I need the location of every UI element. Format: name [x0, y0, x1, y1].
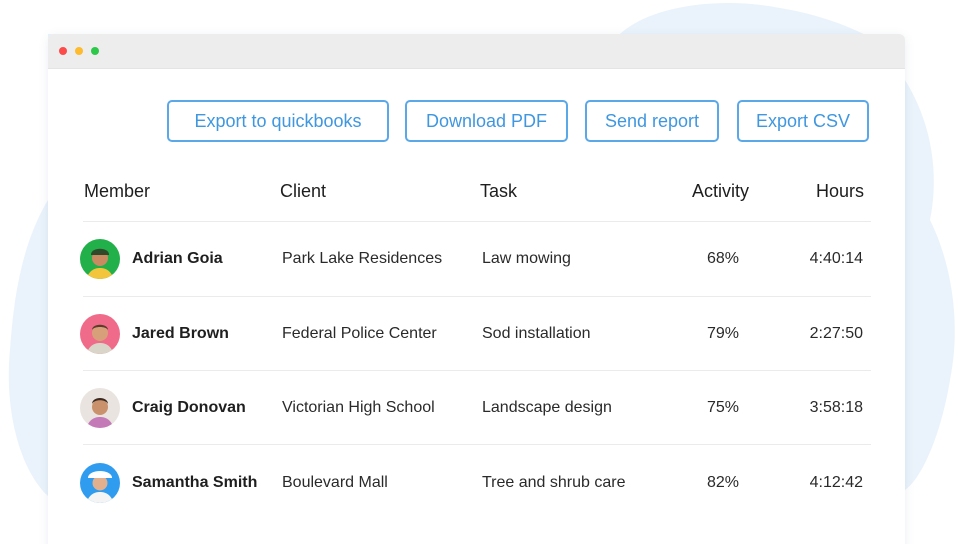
avatar	[80, 388, 120, 428]
activity-value: 82%	[707, 474, 740, 491]
hours-value: 3:58:18	[809, 399, 863, 416]
stage: Export to quickbooks Download PDF Send r…	[0, 0, 962, 544]
client-name: Victorian High School	[282, 399, 435, 416]
hours-value: 2:27:50	[809, 325, 863, 342]
export-csv-button[interactable]: Export CSV	[737, 100, 869, 142]
avatar	[80, 463, 120, 503]
column-header-member[interactable]: Member	[84, 180, 150, 202]
table-row[interactable]: Adrian Goia Park Lake Residences Law mow…	[48, 222, 905, 296]
close-window-dot[interactable]	[59, 47, 67, 55]
maximize-window-dot[interactable]	[91, 47, 99, 55]
activity-value: 68%	[707, 250, 740, 267]
minimize-window-dot[interactable]	[75, 47, 83, 55]
table-row[interactable]: Jared Brown Federal Police Center Sod in…	[48, 297, 905, 371]
member-name: Jared Brown	[132, 325, 229, 342]
column-header-client[interactable]: Client	[280, 180, 326, 202]
browser-window: Export to quickbooks Download PDF Send r…	[48, 34, 905, 544]
client-name: Boulevard Mall	[282, 474, 388, 491]
window-titlebar	[48, 34, 905, 69]
send-report-button[interactable]: Send report	[585, 100, 719, 142]
download-pdf-button[interactable]: Download PDF	[405, 100, 568, 142]
hours-value: 4:12:42	[809, 474, 863, 491]
client-name: Federal Police Center	[282, 325, 437, 342]
member-name: Adrian Goia	[132, 250, 223, 267]
client-name: Park Lake Residences	[282, 250, 443, 267]
column-header-activity[interactable]: Activity	[692, 180, 749, 202]
task-name: Landscape design	[482, 399, 612, 416]
task-name: Tree and shrub care	[482, 474, 626, 491]
task-name: Sod installation	[482, 325, 591, 342]
member-name: Craig Donovan	[132, 399, 246, 416]
activity-value: 79%	[707, 325, 740, 342]
member-name: Samantha Smith	[132, 474, 258, 491]
avatar	[80, 239, 120, 279]
column-header-hours[interactable]: Hours	[816, 180, 864, 202]
export-quickbooks-button[interactable]: Export to quickbooks	[167, 100, 389, 142]
activity-value: 75%	[707, 399, 740, 416]
row-divider	[83, 444, 871, 445]
hours-value: 4:40:14	[809, 250, 863, 267]
table-row[interactable]: Samantha Smith Boulevard Mall Tree and s…	[48, 446, 905, 520]
avatar	[80, 314, 120, 354]
task-name: Law mowing	[482, 250, 571, 267]
table-row[interactable]: Craig Donovan Victorian High School Land…	[48, 371, 905, 445]
column-header-task[interactable]: Task	[480, 180, 517, 202]
